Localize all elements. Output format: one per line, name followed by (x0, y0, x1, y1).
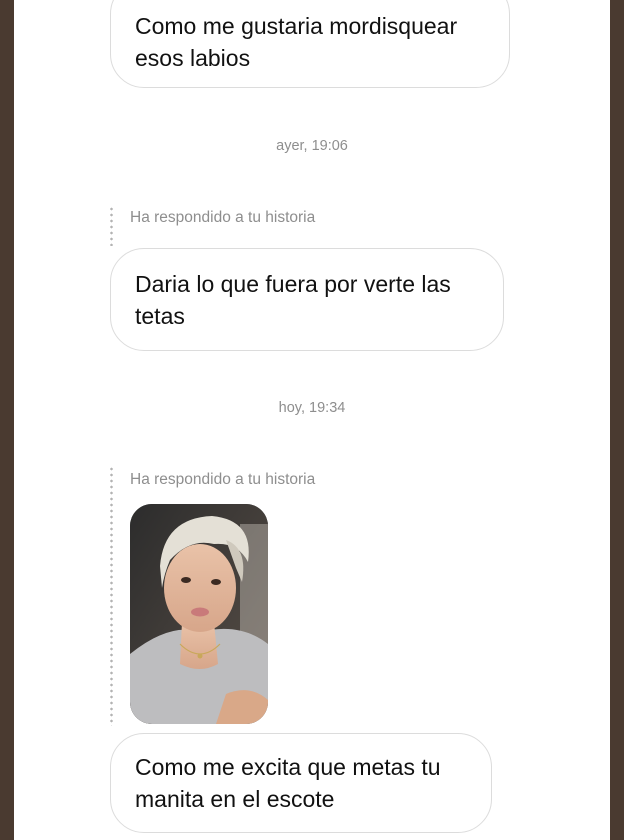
message-text: Como me gustaria mordisquear esos labios (135, 13, 458, 71)
story-photo-icon (130, 504, 268, 724)
message-text: Daria lo que fuera por verte las tetas (135, 270, 451, 329)
story-reply-note: Ha respondido a tu historia (130, 471, 316, 488)
message-bubble[interactable]: Como me excita que metas tu manita en el… (110, 733, 492, 833)
message-text: Como me excita que metas tu manita en el… (135, 754, 441, 812)
reply-indicator-line (110, 466, 113, 726)
timestamp: hoy, 19:34 (278, 400, 346, 416)
story-reply-note: Ha respondido a tu historia (130, 209, 316, 226)
message-bubble[interactable]: Como me gustaria mordisquear esos labios (110, 0, 510, 88)
message-bubble[interactable]: Daria lo que fuera por verte las tetas (110, 248, 504, 351)
timestamp: ayer, 19:06 (276, 138, 348, 154)
device-frame: Como me gustaria mordisquear esos labios… (0, 0, 624, 840)
chat-screen: Como me gustaria mordisquear esos labios… (14, 0, 610, 840)
story-photo[interactable] (130, 504, 268, 724)
reply-indicator-line (110, 206, 113, 246)
